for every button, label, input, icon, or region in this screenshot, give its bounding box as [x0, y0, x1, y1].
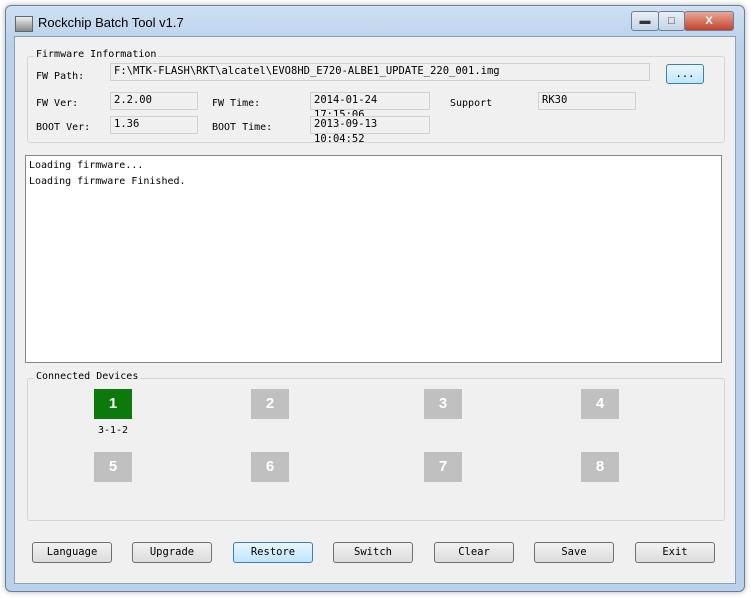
fw-ver-label: FW Ver: — [36, 98, 79, 109]
exit-button[interactable]: Exit — [635, 542, 715, 563]
device-slot-6[interactable]: 6 — [251, 452, 289, 482]
boot-ver-label: BOOT Ver: — [36, 122, 91, 133]
restore-button[interactable]: Restore — [233, 542, 313, 563]
log-line: Loading firmware... — [29, 160, 144, 171]
boot-ver-field: 1.36 — [110, 116, 198, 134]
device-slot-2[interactable]: 2 — [251, 389, 289, 419]
connected-devices-group: Connected Devices 1 3-1-2 2 3 4 5 6 7 8 — [27, 371, 725, 521]
device-port-label: 3-1-2 — [97, 425, 129, 436]
group-label: Firmware Information — [34, 49, 159, 60]
fw-time-label: FW Time: — [212, 98, 261, 109]
device-slot-3[interactable]: 3 — [424, 389, 462, 419]
device-slot-8[interactable]: 8 — [581, 452, 619, 482]
window-title: Rockchip Batch Tool v1.7 — [38, 15, 184, 30]
firmware-info-group: Firmware Information FW Path: F:\MTK-FLA… — [27, 49, 725, 145]
app-window: Rockchip Batch Tool v1.7 ▬ □ X Firmware … — [5, 5, 745, 592]
app-icon — [15, 16, 33, 32]
fw-path-label: FW Path: — [36, 71, 85, 82]
language-button[interactable]: Language — [32, 542, 112, 563]
device-slot-5[interactable]: 5 — [94, 452, 132, 482]
fw-path-field[interactable]: F:\MTK-FLASH\RKT\alcatel\EVO8HD_E720-ALB… — [110, 63, 650, 81]
browse-button[interactable]: ... — [666, 64, 704, 84]
clear-button[interactable]: Clear — [434, 542, 514, 563]
support-label: Support — [450, 98, 493, 109]
minimize-button[interactable]: ▬ — [631, 11, 659, 31]
close-button[interactable]: X — [684, 11, 734, 31]
save-button[interactable]: Save — [534, 542, 614, 563]
upgrade-button[interactable]: Upgrade — [132, 542, 212, 563]
log-line: Loading firmware Finished. — [29, 176, 186, 187]
log-output[interactable]: Loading firmware... Loading firmware Fin… — [25, 155, 722, 363]
fw-ver-field: 2.2.00 — [110, 92, 198, 110]
fw-time-field: 2014-01-24 17:15:06 — [310, 92, 430, 121]
boot-time-field: 2013-09-13 10:04:52 — [310, 116, 430, 145]
device-slot-4[interactable]: 4 — [581, 389, 619, 419]
switch-button[interactable]: Switch — [333, 542, 413, 563]
device-slot-1[interactable]: 1 — [94, 389, 132, 419]
support-field: RK30 — [538, 92, 636, 110]
boot-time-label: BOOT Time: — [212, 122, 273, 133]
client-area: Firmware Information FW Path: F:\MTK-FLA… — [14, 36, 736, 584]
group-label: Connected Devices — [34, 371, 141, 382]
device-slot-7[interactable]: 7 — [424, 452, 462, 482]
maximize-button[interactable]: □ — [658, 11, 685, 31]
